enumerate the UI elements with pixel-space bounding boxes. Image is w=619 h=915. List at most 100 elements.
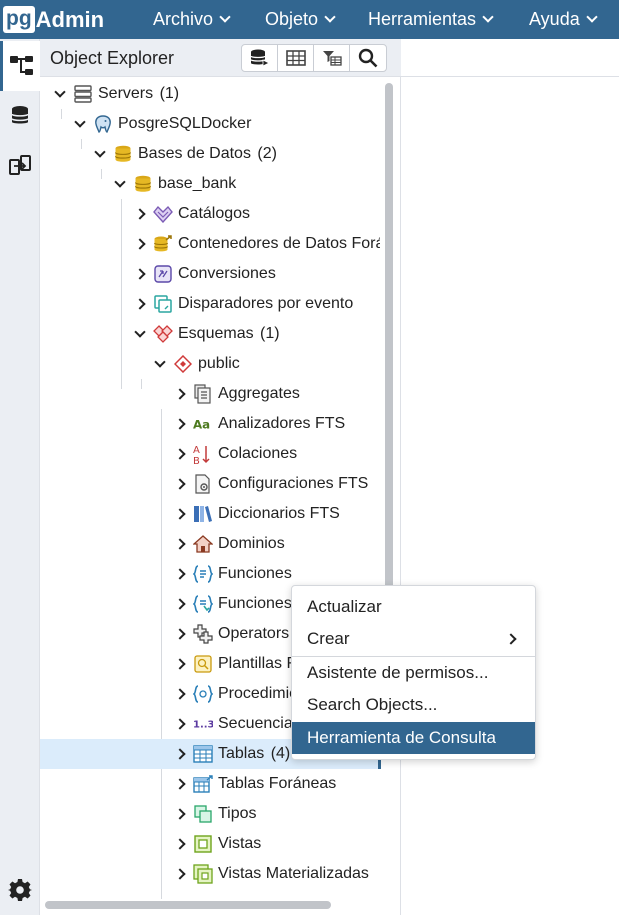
- logo-admin: Admin: [35, 6, 105, 32]
- menu-item-actualizar[interactable]: Actualizar: [292, 591, 535, 623]
- tree-item-databases[interactable]: Bases de Datos (2): [40, 139, 380, 169]
- tree-item-fdw[interactable]: Contenedores de Datos Foráneos: [40, 229, 380, 259]
- expand-toggle[interactable]: [173, 477, 187, 491]
- tree-item-event-triggers[interactable]: Disparadores por evento: [40, 289, 380, 319]
- tree-item-database[interactable]: base_bank: [40, 169, 380, 199]
- tree-item-aggregates[interactable]: Aggregates: [40, 379, 380, 409]
- menu-item-crear[interactable]: Crear: [292, 623, 535, 655]
- menu-item-label: Search Objects...: [307, 695, 438, 714]
- menu-item-label: Actualizar: [307, 597, 382, 616]
- chevron-down-icon: [482, 11, 494, 23]
- tree-item-dominios[interactable]: Dominios: [40, 529, 380, 559]
- tree-item-catalogos[interactable]: Catálogos: [40, 199, 380, 229]
- dictionary-icon: [193, 504, 213, 524]
- expand-toggle[interactable]: [173, 867, 187, 881]
- expand-toggle[interactable]: [133, 267, 147, 281]
- expand-toggle[interactable]: [173, 837, 187, 851]
- chevron-down-icon: [586, 11, 598, 23]
- tree-item-materialized-views[interactable]: Vistas Materializadas: [40, 859, 380, 889]
- horizontal-scrollbar[interactable]: [45, 901, 331, 909]
- tree-item-count: (1): [159, 85, 180, 102]
- svg-text:A: A: [193, 445, 200, 456]
- vertical-scrollbar[interactable]: [385, 83, 393, 643]
- fts-parser-icon: Aa: [193, 414, 213, 434]
- tree-item-servers[interactable]: Servers (1): [40, 79, 380, 109]
- tree-item-views[interactable]: Vistas: [40, 829, 380, 859]
- schema-diff-button[interactable]: [0, 141, 40, 191]
- search-icon: [358, 48, 378, 68]
- tree-item-label: Tablas: [218, 745, 265, 762]
- expand-toggle[interactable]: [173, 627, 187, 641]
- tree-item-types[interactable]: Tipos: [40, 799, 380, 829]
- expand-toggle[interactable]: [73, 115, 87, 131]
- expand-toggle[interactable]: [173, 417, 187, 431]
- domain-icon: [193, 534, 213, 554]
- menu-archivo[interactable]: Archivo: [153, 0, 231, 39]
- object-explorer-button[interactable]: [0, 41, 40, 91]
- tree-item-fts-configs[interactable]: Configuraciones FTS: [40, 469, 380, 499]
- tree-item-label: Dominios: [218, 535, 285, 552]
- svg-text:Aa: Aa: [193, 418, 210, 432]
- expand-toggle[interactable]: [173, 537, 187, 551]
- expand-toggle[interactable]: [153, 355, 167, 371]
- filtered-rows-button[interactable]: [314, 45, 350, 71]
- foreign-data-wrapper-icon: [153, 234, 173, 254]
- menu-item-label: Asistente de permisos...: [307, 663, 489, 682]
- search-objects-button[interactable]: [350, 45, 386, 71]
- expand-toggle[interactable]: [133, 325, 147, 341]
- menu-item-query-tool[interactable]: Herramienta de Consulta: [292, 722, 535, 754]
- function-icon: [193, 564, 213, 584]
- expand-toggle[interactable]: [173, 687, 187, 701]
- view-data-icon: [285, 50, 306, 66]
- expand-toggle[interactable]: [173, 567, 187, 581]
- tree-item-conversiones[interactable]: Conversiones: [40, 259, 380, 289]
- expand-toggle[interactable]: [133, 297, 147, 311]
- menu-herramientas[interactable]: Herramientas: [368, 0, 494, 39]
- tree-item-count: (4): [270, 745, 291, 762]
- tree-item-colaciones[interactable]: AB Colaciones: [40, 439, 380, 469]
- expand-toggle[interactable]: [133, 207, 147, 221]
- workspace-database-button[interactable]: [0, 91, 40, 141]
- menu-item-asistente-permisos[interactable]: Asistente de permisos...: [292, 657, 535, 689]
- expand-toggle[interactable]: [53, 85, 67, 101]
- schema-icon: [173, 354, 193, 374]
- expand-toggle[interactable]: [173, 507, 187, 521]
- tree-item-label: base_bank: [158, 175, 237, 192]
- query-tool-button[interactable]: [242, 45, 278, 71]
- tree-item-foreign-tables[interactable]: Tablas Foráneas: [40, 769, 380, 799]
- tree-item-public[interactable]: public: [40, 349, 380, 379]
- tree-item-fts-dicts[interactable]: Diccionarios FTS: [40, 499, 380, 529]
- aggregates-icon: [193, 384, 213, 404]
- tree-item-fts-parsers[interactable]: Aa Analizadores FTS: [40, 409, 380, 439]
- query-tool-icon: [249, 49, 270, 67]
- expand-toggle[interactable]: [173, 597, 187, 611]
- expand-toggle[interactable]: [173, 657, 187, 671]
- tree-item-label: Esquemas: [178, 325, 254, 342]
- settings-button[interactable]: [0, 865, 40, 915]
- menu-objeto[interactable]: Objeto: [265, 0, 336, 39]
- tree-item-esquemas[interactable]: Esquemas (1): [40, 319, 380, 349]
- expand-toggle[interactable]: [173, 387, 187, 401]
- database-icon: [133, 174, 153, 194]
- menu-item-search-objects[interactable]: Search Objects...: [292, 689, 535, 721]
- expand-toggle[interactable]: [133, 237, 147, 251]
- materialized-view-icon: [193, 864, 213, 884]
- tree-item-server[interactable]: PosgreSQLDocker: [40, 109, 380, 139]
- object-explorer-header: Object Explorer: [40, 39, 401, 77]
- tree-item-label: PosgreSQLDocker: [118, 115, 252, 132]
- view-data-button[interactable]: [278, 45, 314, 71]
- expand-toggle[interactable]: [173, 747, 187, 761]
- tree-item-label: Tipos: [218, 805, 257, 822]
- trigger-function-icon: [193, 594, 213, 614]
- expand-toggle[interactable]: [173, 447, 187, 461]
- menu-ayuda[interactable]: Ayuda: [529, 0, 598, 39]
- svg-text:1..3: 1..3: [193, 720, 213, 731]
- expand-toggle[interactable]: [173, 777, 187, 791]
- expand-toggle[interactable]: [173, 807, 187, 821]
- top-menu-bar: pg Admin Archivo Objeto Herramientas Ayud…: [0, 0, 619, 39]
- tree-item-label: Tablas Foráneas: [218, 775, 337, 792]
- expand-toggle[interactable]: [113, 175, 127, 191]
- expand-toggle[interactable]: [93, 145, 107, 161]
- logo-pg: pg: [3, 6, 35, 33]
- expand-toggle[interactable]: [173, 717, 187, 731]
